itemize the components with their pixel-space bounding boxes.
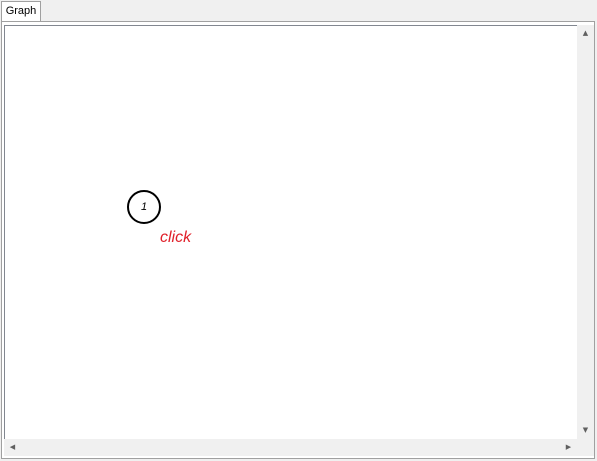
arrow-down-icon[interactable]: ▼ xyxy=(577,422,594,439)
graph-node[interactable]: 1 xyxy=(127,190,161,224)
vertical-scrollbar[interactable]: ▲ ▼ xyxy=(577,25,594,439)
scrollbar-corner xyxy=(577,439,594,456)
arrow-up-icon[interactable]: ▲ xyxy=(577,25,594,42)
click-annotation: click xyxy=(160,229,192,246)
tab-graph-label: Graph xyxy=(5,5,37,17)
graph-canvas[interactable]: 1 click xyxy=(4,25,577,439)
tab-strip: Graph xyxy=(0,0,597,22)
arrow-right-icon[interactable]: ▶ xyxy=(560,439,577,456)
vertical-scroll-track[interactable] xyxy=(578,42,593,422)
arrow-left-icon[interactable]: ◀ xyxy=(4,439,21,456)
graph-node-label: 1 xyxy=(140,201,148,213)
horizontal-scrollbar[interactable]: ◀ ▶ xyxy=(4,439,577,456)
graph-panel: 1 click ▲ ▼ ◀ ▶ xyxy=(1,21,595,459)
horizontal-scroll-track[interactable] xyxy=(21,440,560,455)
tab-graph[interactable]: Graph xyxy=(1,1,41,21)
